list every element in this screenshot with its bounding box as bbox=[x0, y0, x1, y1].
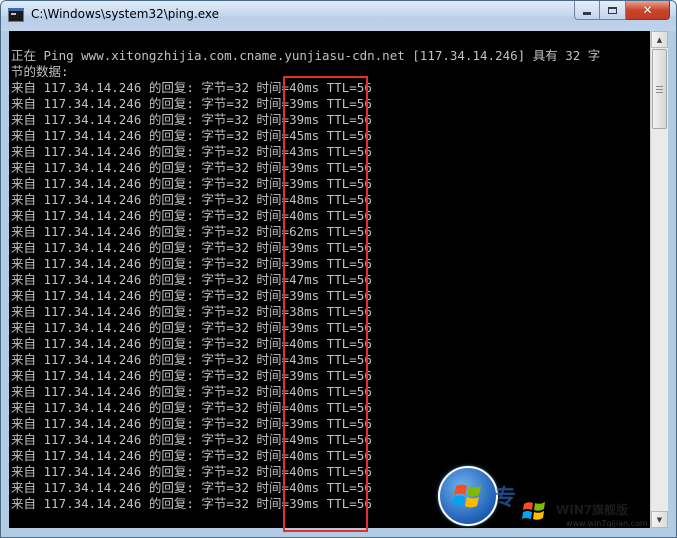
time-column-highlight bbox=[283, 76, 368, 532]
window-title: C:\Windows\system32\ping.exe bbox=[31, 7, 220, 21]
grip-line bbox=[656, 89, 663, 90]
vertical-scrollbar[interactable]: ▲ ▼ bbox=[650, 31, 668, 528]
console-icon bbox=[8, 8, 24, 22]
close-button[interactable]: ✕ bbox=[626, 1, 670, 20]
minimize-button[interactable] bbox=[574, 1, 600, 20]
console-line: 正在 Ping www.xitongzhijia.com.cname.yunji… bbox=[11, 48, 601, 63]
watermark-cn-text: 专 bbox=[494, 486, 517, 511]
windows-logo-icon bbox=[438, 466, 498, 526]
scroll-up-button[interactable]: ▲ bbox=[651, 31, 668, 48]
grip-line bbox=[656, 92, 663, 93]
watermark-name: WIN7旗舰版 bbox=[556, 503, 629, 517]
maximize-icon bbox=[608, 6, 617, 14]
title-bar[interactable]: C:\Windows\system32\ping.exe ✕ bbox=[1, 1, 676, 31]
arrow-up-icon: ▲ bbox=[656, 35, 663, 44]
windows-flag-icon bbox=[522, 502, 545, 520]
minimize-icon bbox=[583, 11, 591, 15]
close-icon: ✕ bbox=[642, 3, 653, 17]
scrollbar-thumb[interactable] bbox=[652, 49, 667, 129]
windows-logo-mark bbox=[452, 484, 481, 508]
watermark: 专 WIN7旗舰版 www.win7qijian.com bbox=[436, 460, 676, 536]
watermark-url: www.win7qijian.com bbox=[566, 519, 648, 528]
grip-line bbox=[656, 86, 663, 87]
window-controls: ✕ bbox=[574, 1, 670, 21]
maximize-button[interactable] bbox=[600, 1, 626, 20]
